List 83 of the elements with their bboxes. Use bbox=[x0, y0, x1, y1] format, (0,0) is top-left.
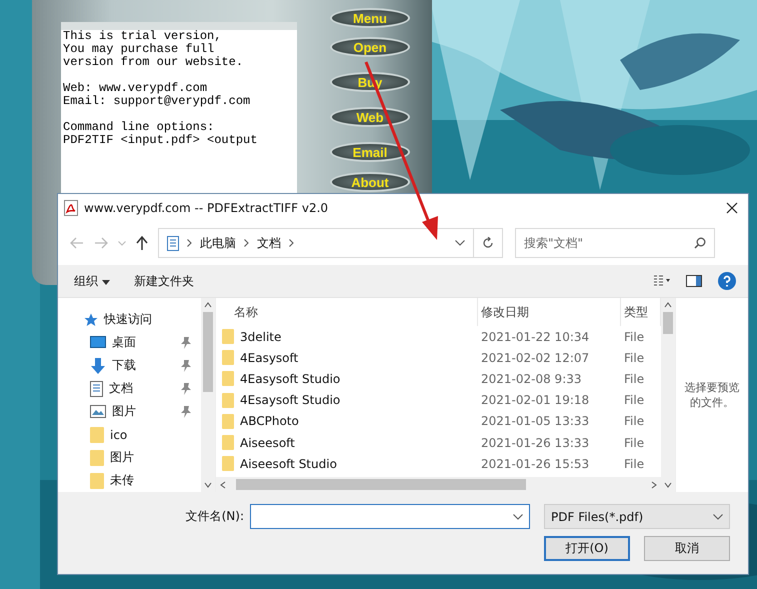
breadcrumb[interactable]: 文档 bbox=[257, 234, 281, 252]
sidebar-item[interactable]: ico bbox=[110, 428, 128, 442]
info-paragraph: Web: www.verypdf.com Email: support@verypdf.com bbox=[63, 82, 252, 108]
scroll-thumb[interactable] bbox=[236, 479, 526, 490]
folder-icon bbox=[222, 456, 234, 472]
pdf-icon bbox=[64, 200, 78, 216]
organize-button[interactable]: 组织 bbox=[70, 270, 114, 292]
view-list-icon[interactable] bbox=[654, 275, 670, 287]
chevron-right-icon bbox=[187, 239, 192, 247]
preview-hint: 选择要预览的文件。 bbox=[684, 380, 740, 410]
chevron-down-icon bbox=[713, 514, 723, 520]
scroll-thumb[interactable] bbox=[663, 312, 673, 334]
file-name-field[interactable] bbox=[250, 504, 530, 529]
chevron-right-icon bbox=[244, 239, 249, 247]
refresh-icon[interactable] bbox=[482, 237, 494, 249]
file-type: File bbox=[623, 393, 646, 408]
sidebar-item[interactable]: 桌面 bbox=[112, 334, 136, 351]
file-type: File bbox=[623, 436, 646, 450]
folder-icon bbox=[222, 350, 234, 366]
scrollbar[interactable] bbox=[661, 298, 675, 492]
new-folder-button[interactable]: 新建文件夹 bbox=[130, 270, 198, 292]
confirm-button[interactable]: 打开(O) bbox=[544, 536, 630, 561]
file-type: File bbox=[623, 456, 646, 471]
window-title: www.verypdf.com -- PDFExtractTIFF v2.0 bbox=[84, 200, 328, 214]
help-icon[interactable] bbox=[718, 272, 736, 290]
address-bar[interactable]: 此电脑 文档 bbox=[158, 228, 503, 258]
star-icon bbox=[84, 312, 98, 326]
folder-icon bbox=[222, 329, 234, 344]
file-date: 2021-01-05 13:33 bbox=[480, 414, 590, 428]
sidebar-item[interactable]: 文档 bbox=[109, 380, 133, 397]
file-name[interactable]: Aiseesoft bbox=[240, 436, 295, 450]
breadcrumb[interactable]: 此电脑 bbox=[200, 234, 236, 252]
file-date: 2021-01-26 15:53 bbox=[480, 456, 590, 471]
column-header[interactable]: 修改日期 bbox=[478, 298, 621, 326]
info-paragraph: Command line options: PDF2TIF <input.pdf> <output bbox=[63, 121, 258, 147]
file-type: File bbox=[623, 372, 646, 386]
file-date: 2021-01-22 10:34 bbox=[480, 330, 590, 344]
file-name[interactable]: ABCPhoto bbox=[240, 414, 299, 428]
sidebar-item[interactable]: 图片 bbox=[112, 403, 136, 420]
sidebar-item[interactable]: 未传 bbox=[110, 472, 134, 489]
folder-icon bbox=[222, 414, 234, 429]
file-name[interactable]: Aiseesoft Studio bbox=[240, 456, 337, 471]
file-name[interactable]: 4Easysoft Studio bbox=[240, 372, 340, 386]
file-date: 2021-02-08 9:33 bbox=[480, 372, 582, 386]
up-arrow-icon[interactable] bbox=[136, 236, 148, 250]
file-type: File bbox=[623, 414, 646, 428]
file-name[interactable]: 3delite bbox=[240, 330, 282, 344]
file-date: 2021-02-02 12:07 bbox=[480, 350, 590, 365]
search-icon bbox=[694, 237, 706, 249]
desktop-icon bbox=[90, 336, 106, 349]
chevron-down-icon[interactable] bbox=[455, 240, 465, 246]
file-date: 2021-02-01 19:18 bbox=[480, 393, 590, 408]
file-date: 2021-01-26 13:33 bbox=[480, 436, 590, 450]
document-icon bbox=[167, 236, 179, 250]
folder-icon bbox=[222, 435, 234, 450]
preview-pane-icon[interactable] bbox=[686, 275, 702, 287]
download-arrow-icon bbox=[90, 358, 106, 374]
sidebar-item[interactable]: 图片 bbox=[110, 449, 134, 466]
chevron-down-icon bbox=[513, 514, 523, 520]
file-type-dropdown[interactable]: PDF Files(*.pdf) bbox=[544, 504, 730, 529]
sidebar-item[interactable]: 快速访问 bbox=[104, 311, 152, 328]
file-type: File bbox=[623, 350, 646, 365]
folder-icon bbox=[90, 426, 104, 442]
scroll-thumb[interactable] bbox=[203, 312, 213, 392]
cancel-button[interactable]: 取消 bbox=[644, 536, 730, 561]
caret-icon bbox=[102, 280, 110, 284]
folder-icon bbox=[222, 371, 234, 386]
close-icon[interactable] bbox=[726, 202, 738, 214]
column-header[interactable]: 名称 bbox=[216, 298, 478, 326]
file-name[interactable]: 4Esaysoft Studio bbox=[240, 393, 340, 408]
sidebar-item[interactable]: 下载 bbox=[112, 357, 136, 374]
image-icon bbox=[90, 405, 106, 418]
file-name-label: 文件名(N): bbox=[186, 508, 244, 525]
file-type: File bbox=[623, 330, 646, 344]
scrollbar[interactable] bbox=[201, 298, 215, 492]
file-name[interactable]: 4Easysoft bbox=[240, 350, 298, 365]
folder-icon bbox=[90, 472, 104, 488]
search-field[interactable]: 搜索"文档" bbox=[515, 228, 715, 258]
chevron-right-icon[interactable] bbox=[289, 239, 294, 247]
folder-icon bbox=[222, 392, 234, 408]
document-icon bbox=[90, 380, 103, 396]
folder-icon bbox=[90, 450, 104, 466]
info-paragraph: This is trial version, You may purchase full version from our website. bbox=[63, 30, 244, 69]
